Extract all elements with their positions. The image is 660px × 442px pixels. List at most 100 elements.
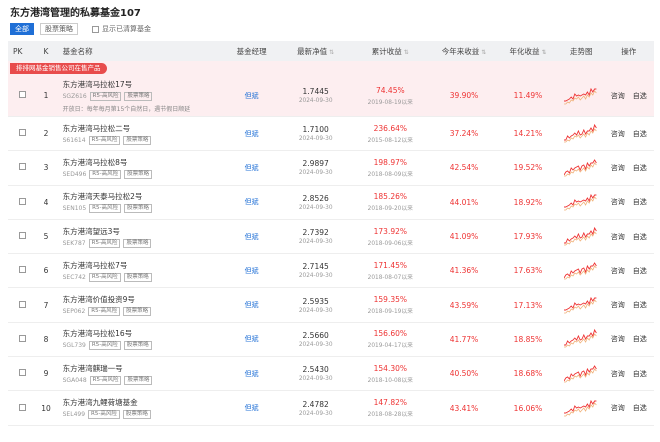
table-row[interactable]: 9 东方港湾麒瑞一号 SGA048 R5-高风险 股票策略 但斌 2.5430 …	[8, 357, 654, 392]
show-liquidated-checkbox[interactable]	[92, 25, 99, 33]
consult-button[interactable]: 咨询	[611, 91, 625, 101]
table-row[interactable]: 2 东方港湾马拉松二号 S61614 R5-高风险 股票策略 但斌 1.7100…	[8, 117, 654, 152]
watchlist-button[interactable]: 自选	[633, 300, 647, 310]
row-pk-checkbox[interactable]	[19, 300, 26, 308]
row-pk-checkbox[interactable]	[19, 91, 26, 98]
consult-button[interactable]: 咨询	[611, 300, 625, 310]
row-pk-checkbox[interactable]	[19, 369, 26, 377]
row-pk-checkbox[interactable]	[19, 334, 26, 342]
header-annual[interactable]: 年化收益 ⇅	[497, 46, 559, 57]
consult-button[interactable]: 咨询	[611, 334, 625, 344]
table-row[interactable]: 10 东方港湾九鲤荷塘基金 SEL499 R5-高风险 股票策略 但斌 2.47…	[8, 391, 654, 426]
row-rank: 5	[43, 232, 49, 242]
fund-name-link[interactable]: 东方港湾望远3号	[63, 226, 222, 237]
fund-name-link[interactable]: 东方港湾马拉松8号	[63, 157, 222, 168]
trend-sparkline[interactable]	[564, 226, 598, 246]
nav-value: 1.7445	[302, 87, 329, 96]
fund-code: SEP062	[62, 308, 86, 316]
watchlist-button[interactable]: 自选	[633, 232, 647, 242]
trend-sparkline[interactable]	[563, 363, 598, 383]
risk-badge: R5-高风险	[89, 169, 122, 179]
manager-link[interactable]: 但斌	[245, 267, 259, 275]
manager-link[interactable]: 但斌	[245, 233, 259, 241]
consult-button[interactable]: 咨询	[611, 129, 625, 139]
trend-sparkline[interactable]	[563, 260, 598, 280]
header-cumulative-label: 累计收益	[371, 46, 402, 56]
fund-name-link[interactable]: 东方港湾马拉松17号	[63, 79, 222, 90]
trend-sparkline[interactable]	[564, 85, 598, 105]
table-row[interactable]: 6 东方港湾马拉松7号 SEC742 R5-高风险 股票策略 但斌 2.7145…	[8, 254, 654, 289]
filter-all-button[interactable]: 全部	[10, 23, 34, 35]
row-pk-checkbox[interactable]	[19, 232, 26, 240]
watchlist-button[interactable]: 自选	[633, 129, 647, 139]
manager-link[interactable]: 但斌	[245, 164, 259, 172]
sort-icon[interactable]: ⇅	[541, 49, 546, 56]
table-row[interactable]: 5 东方港湾望远3号 SEK787 R5-高风险 股票策略 但斌 2.7392 …	[8, 220, 654, 255]
consult-button[interactable]: 咨询	[611, 403, 625, 413]
manager-link[interactable]: 但斌	[245, 335, 259, 343]
fund-name-link[interactable]: 东方港湾马拉松16号	[63, 328, 222, 339]
watchlist-button[interactable]: 自选	[633, 334, 647, 344]
fund-name-link[interactable]: 东方港湾天泰马拉松2号	[63, 191, 222, 202]
trend-sparkline[interactable]	[564, 328, 598, 348]
strategy-badge: 股票策略	[123, 238, 152, 248]
manager-link[interactable]: 但斌	[245, 370, 259, 378]
row-pk-checkbox[interactable]	[19, 129, 26, 137]
watchlist-button[interactable]: 自选	[633, 369, 647, 379]
manager-link[interactable]: 但斌	[245, 92, 259, 100]
manager-link[interactable]: 但斌	[245, 301, 259, 309]
header-ytd[interactable]: 今年来收益 ⇅	[431, 46, 497, 57]
consult-button[interactable]: 咨询	[611, 232, 625, 242]
sort-icon[interactable]: ⇅	[404, 49, 409, 56]
manager-link[interactable]: 但斌	[245, 198, 259, 206]
consult-button[interactable]: 咨询	[611, 369, 625, 379]
sort-icon[interactable]: ⇅	[329, 49, 334, 56]
fund-name-link[interactable]: 东方港湾马拉松7号	[63, 260, 222, 271]
watchlist-button[interactable]: 自选	[633, 91, 647, 101]
consult-button[interactable]: 咨询	[611, 163, 625, 173]
sort-icon[interactable]: ⇅	[481, 49, 486, 56]
row-rank: 10	[41, 403, 51, 413]
table-header: PK K 基金名称 基金经理 最新净值 ⇅ 累计收益 ⇅ 今年来收益 ⇅ 年化收益 ⇅ …	[8, 41, 654, 61]
watchlist-button[interactable]: 自选	[633, 163, 647, 173]
row-rank: 1	[43, 91, 49, 100]
trend-sparkline[interactable]	[564, 397, 598, 417]
table-row[interactable]: 3 东方港湾马拉松8号 SED496 R5-高风险 股票策略 但斌 2.9897…	[8, 151, 654, 186]
trend-sparkline[interactable]	[564, 191, 598, 211]
watchlist-button[interactable]: 自选	[633, 197, 647, 207]
fund-name-link[interactable]: 东方港湾九鲤荷塘基金	[63, 397, 222, 408]
row-pk-checkbox[interactable]	[19, 197, 26, 205]
cumulative-return: 156.60%	[373, 329, 407, 339]
manager-link[interactable]: 但斌	[245, 404, 259, 412]
fund-name-link[interactable]: 东方港湾价值投资9号	[63, 294, 222, 305]
trend-sparkline[interactable]	[563, 157, 598, 177]
watchlist-button[interactable]: 自选	[633, 266, 647, 276]
table-row[interactable]: 7 东方港湾价值投资9号 SEP062 R5-高风险 股票策略 但斌 2.593…	[8, 288, 654, 323]
row-pk-checkbox[interactable]	[19, 163, 26, 171]
watchlist-button[interactable]: 自选	[633, 403, 647, 413]
header-ops: 操作	[621, 46, 637, 56]
trend-sparkline[interactable]	[564, 294, 598, 314]
row-pk-checkbox[interactable]	[19, 266, 26, 274]
filter-stock-strategy-button[interactable]: 股票策略	[40, 23, 78, 35]
manager-link[interactable]: 但斌	[245, 130, 259, 138]
trend-sparkline[interactable]	[564, 123, 598, 143]
table-row[interactable]: 8 东方港湾马拉松16号 SGL739 R5-高风险 股票策略 但斌 2.566…	[8, 323, 654, 358]
show-liquidated-toggle[interactable]: 显示已清算基金	[92, 24, 151, 34]
header-cumulative[interactable]: 累计收益 ⇅	[350, 46, 431, 57]
ytd-return: 37.24%	[449, 129, 479, 139]
table-row[interactable]: 1 东方港湾马拉松17号 SGZ616 R5-高风险 股票策略 开放日：每年每月…	[8, 75, 654, 117]
fund-name-link[interactable]: 东方港湾麒瑞一号	[63, 363, 222, 374]
row-pk-checkbox[interactable]	[19, 403, 26, 411]
show-liquidated-label: 显示已清算基金	[102, 25, 151, 33]
cumulative-return: 171.45%	[373, 260, 407, 270]
fund-code: S61614	[62, 136, 86, 144]
annual-return: 19.52%	[513, 163, 543, 173]
fund-name-link[interactable]: 东方港湾马拉松二号	[63, 123, 222, 134]
consult-button[interactable]: 咨询	[611, 266, 625, 276]
table-row[interactable]: 4 东方港湾天泰马拉松2号 SEN105 R5-高风险 股票策略 但斌 2.85…	[8, 186, 654, 220]
ytd-return: 40.50%	[449, 369, 479, 379]
header-nav[interactable]: 最新净值 ⇅	[282, 46, 350, 57]
row-rank: 7	[43, 300, 49, 310]
consult-button[interactable]: 咨询	[611, 197, 625, 207]
